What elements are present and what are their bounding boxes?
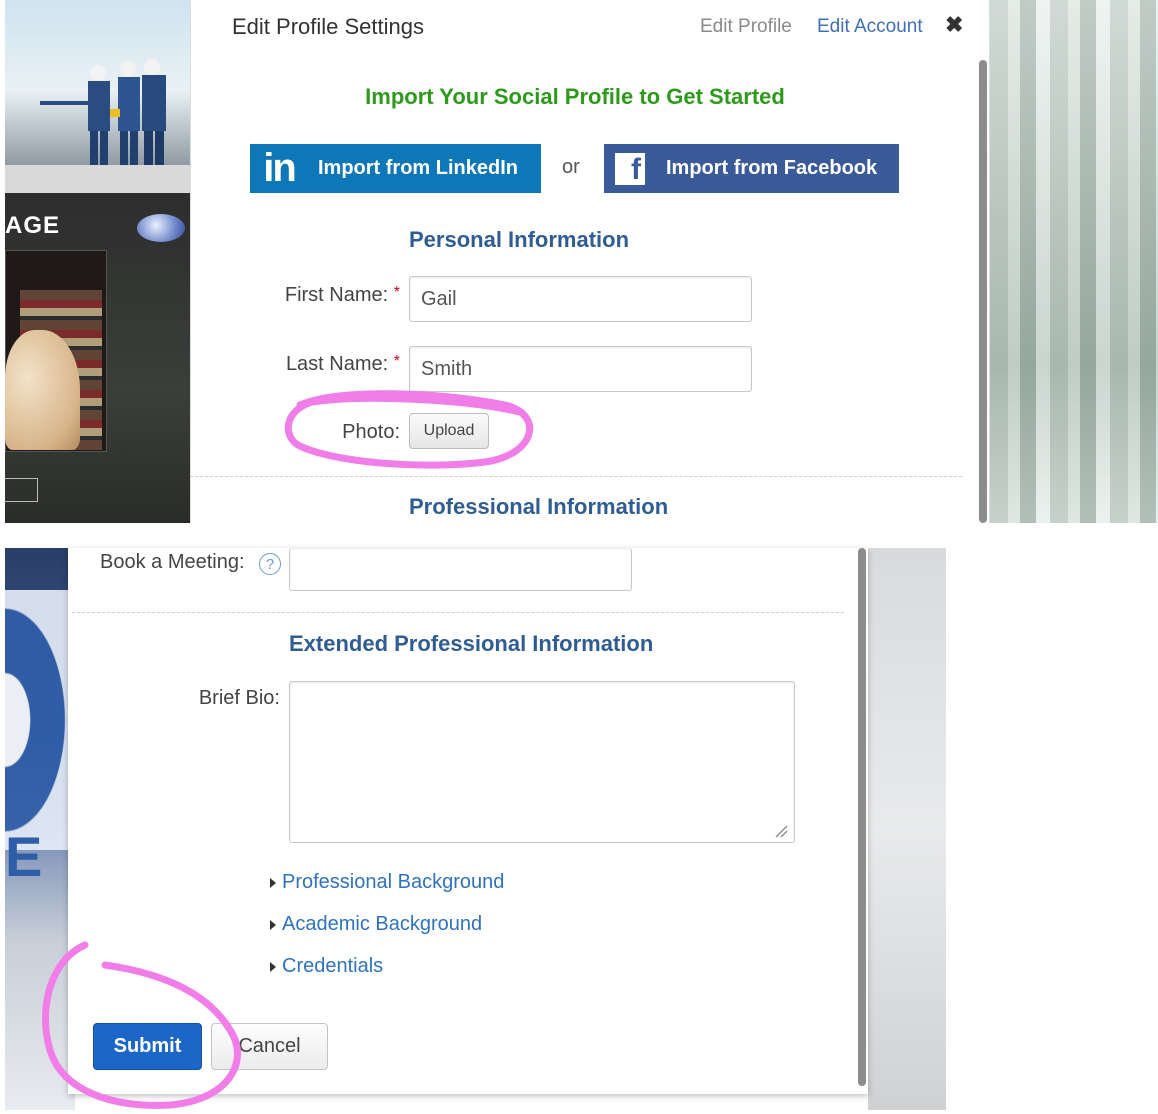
submit-button[interactable]: Submit bbox=[93, 1023, 202, 1070]
personal-info-heading: Personal Information bbox=[409, 227, 630, 252]
import-linkedin-label: Import from LinkedIn bbox=[318, 157, 518, 179]
book-meeting-input[interactable] bbox=[289, 548, 632, 591]
credentials-toggle[interactable]: Credentials bbox=[270, 955, 383, 978]
last-name-label: Last Name: * bbox=[240, 353, 400, 376]
required-mark: * bbox=[393, 284, 400, 301]
facebook-icon-wrap: f bbox=[604, 144, 656, 193]
video-control bbox=[5, 478, 38, 502]
first-name-input[interactable]: Gail bbox=[409, 276, 752, 322]
expand-triangle-icon bbox=[270, 961, 276, 972]
background-globe bbox=[5, 590, 75, 850]
background-banner-text: AGE bbox=[5, 212, 61, 239]
or-separator: or bbox=[562, 156, 580, 178]
import-linkedin-button[interactable]: in Import from LinkedIn bbox=[250, 144, 541, 193]
help-icon[interactable]: ? bbox=[259, 553, 281, 575]
academic-background-toggle[interactable]: Academic Background bbox=[270, 913, 482, 936]
person-image bbox=[5, 330, 80, 450]
academic-background-link[interactable]: Academic Background bbox=[282, 913, 482, 936]
professional-info-heading: Professional Information bbox=[409, 494, 669, 519]
professional-background-link[interactable]: Professional Background bbox=[282, 871, 504, 894]
resize-handle-icon[interactable] bbox=[772, 822, 788, 838]
background-strip bbox=[5, 165, 190, 193]
import-heading: Import Your Social Profile to Get Starte… bbox=[365, 84, 785, 109]
photo-label: Photo: bbox=[342, 421, 400, 443]
extended-info-heading: Extended Professional Information bbox=[289, 631, 654, 656]
tab-edit-account[interactable]: Edit Account bbox=[817, 16, 923, 38]
first-name-label: First Name: * bbox=[240, 284, 400, 307]
last-name-label-text: Last Name: bbox=[285, 353, 389, 375]
import-facebook-button[interactable]: f Import from Facebook bbox=[604, 144, 899, 193]
edit-profile-modal bbox=[190, 0, 990, 523]
section-divider bbox=[190, 476, 962, 477]
professional-background-toggle[interactable]: Professional Background bbox=[270, 871, 504, 894]
brief-bio-textarea[interactable] bbox=[289, 681, 795, 843]
background-wall bbox=[868, 548, 946, 1110]
globe-logo-icon bbox=[137, 214, 185, 242]
facebook-icon: f bbox=[615, 152, 645, 185]
last-name-input[interactable]: Smith bbox=[409, 346, 752, 392]
required-mark: * bbox=[393, 353, 400, 370]
expand-triangle-icon bbox=[270, 919, 276, 930]
tab-edit-profile[interactable]: Edit Profile bbox=[700, 16, 792, 38]
workers-illustration bbox=[40, 59, 166, 165]
book-meeting-label: Book a Meeting: bbox=[100, 551, 245, 573]
modal-scrollbar-lower[interactable] bbox=[858, 548, 866, 1086]
upload-photo-button[interactable]: Upload bbox=[409, 413, 489, 449]
modal-scrollbar[interactable] bbox=[979, 60, 987, 523]
background-banner-letter: E bbox=[5, 825, 43, 888]
cancel-button[interactable]: Cancel bbox=[211, 1023, 328, 1070]
import-facebook-label: Import from Facebook bbox=[666, 157, 878, 179]
section-divider-lower bbox=[72, 612, 844, 613]
background-building-glass bbox=[990, 0, 1158, 523]
close-icon[interactable]: ✖ bbox=[945, 12, 963, 38]
first-name-label-text: First Name: bbox=[284, 284, 389, 306]
modal-title: Edit Profile Settings bbox=[232, 14, 424, 39]
expand-triangle-icon bbox=[270, 877, 276, 888]
brief-bio-label: Brief Bio: bbox=[198, 687, 280, 709]
linkedin-icon: in bbox=[263, 146, 297, 190]
credentials-link[interactable]: Credentials bbox=[282, 955, 383, 978]
